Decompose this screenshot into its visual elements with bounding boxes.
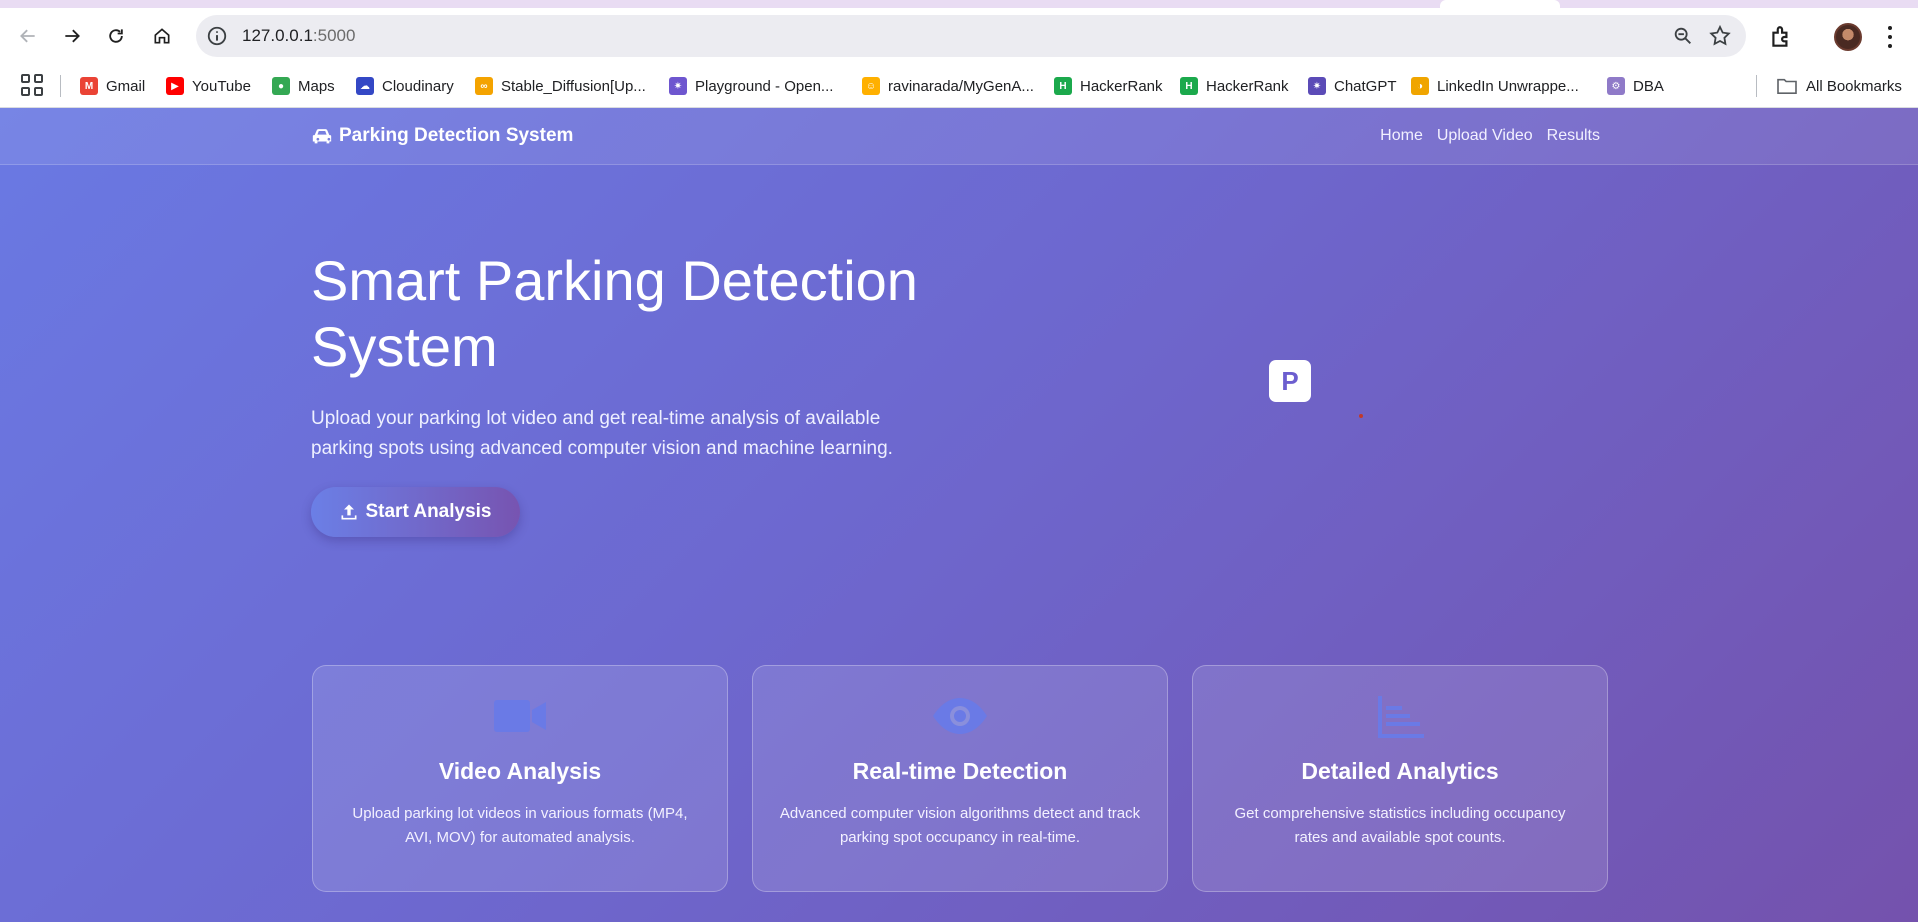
hackerrank-icon: H <box>1180 77 1198 95</box>
brand-link[interactable]: Parking Detection System <box>311 125 573 147</box>
bookmark-label: LinkedIn Unwrappe... <box>1437 77 1579 95</box>
bookmark-item[interactable]: H HackerRank <box>1054 74 1163 98</box>
openai-icon: ✷ <box>669 77 687 95</box>
feature-card-video-analysis: Video Analysis Upload parking lot videos… <box>312 665 728 892</box>
bookmark-item[interactable]: ✷ Playground - Open... <box>669 74 833 98</box>
extensions-icon[interactable] <box>1768 24 1794 50</box>
feature-cards: Video Analysis Upload parking lot videos… <box>312 665 1608 892</box>
parking-sign-letter: P <box>1281 365 1299 396</box>
upload-icon <box>341 504 357 520</box>
brand-name: Parking Detection System <box>339 125 574 146</box>
url-host: 127.0.0.1 <box>242 26 313 45</box>
home-button[interactable] <box>146 20 178 52</box>
bookmarks-divider <box>60 75 61 97</box>
bookmarks-divider <box>1756 75 1757 97</box>
feature-title: Video Analysis <box>438 758 602 784</box>
reload-icon <box>109 29 123 43</box>
hackerrank-icon: H <box>1054 77 1072 95</box>
tab-strip <box>0 0 1918 8</box>
apps-grid-icon[interactable] <box>21 74 43 96</box>
parking-sign-icon: P <box>1269 360 1311 402</box>
feature-text: Advanced computer vision algorithms dete… <box>779 805 1141 846</box>
video-camera-icon <box>313 694 727 738</box>
eye-icon <box>753 694 1167 738</box>
bookmark-label: YouTube <box>192 77 251 95</box>
bookmark-item[interactable]: ⚙ DBA <box>1607 74 1664 98</box>
bookmarks-bar: M Gmail ▶ YouTube ● Maps ☁ Cloudinary ∞ Stable_Di… <box>0 64 1918 108</box>
gmail-icon: M <box>80 77 98 95</box>
arrow-right-icon <box>65 29 80 43</box>
feature-text: Upload parking lot videos in various for… <box>352 805 688 846</box>
home-icon <box>154 28 170 44</box>
browser-menu-icon[interactable] <box>1884 24 1896 50</box>
browser-toolbar: 127.0.0.1:5000 <box>0 8 1918 64</box>
feature-card-realtime-detection: Real-time Detection Advanced computer vi… <box>752 665 1168 892</box>
bookmark-label: HackerRank <box>1080 77 1163 95</box>
all-bookmarks-label: All Bookmarks <box>1806 77 1902 95</box>
bookmark-item[interactable]: M Gmail <box>80 74 145 98</box>
hero-title: Smart Parking Detection System <box>311 249 918 378</box>
start-analysis-button[interactable]: Start Analysis <box>311 487 520 537</box>
nav-results-link[interactable]: Results <box>1547 127 1600 145</box>
bookmark-label: DBA <box>1633 77 1664 95</box>
bookmark-item[interactable]: ☺ ravinarada/MyGenA... <box>862 74 1034 98</box>
site-navbar: Parking Detection System Home Upload Vid… <box>0 108 1918 165</box>
start-analysis-label: Start Analysis <box>365 501 492 522</box>
nav-upload-video-link[interactable]: Upload Video <box>1437 127 1533 145</box>
profile-avatar[interactable] <box>1834 23 1862 51</box>
bookmark-item[interactable]: ∞ Stable_Diffusion[Up... <box>475 74 646 98</box>
bookmark-label: ChatGPT <box>1334 77 1397 95</box>
youtube-icon: ▶ <box>166 77 184 95</box>
link-icon: ∞ <box>475 77 493 95</box>
back-button[interactable] <box>12 20 44 52</box>
bookmark-item[interactable]: H HackerRank <box>1180 74 1289 98</box>
bookmark-item[interactable]: ● Maps <box>272 74 335 98</box>
address-bar[interactable]: 127.0.0.1:5000 <box>196 15 1746 57</box>
huggingface-icon: ☺ <box>862 77 880 95</box>
active-tab-edge <box>1440 0 1560 8</box>
page-viewport: Parking Detection System Home Upload Vid… <box>0 108 1918 922</box>
chart-bars-icon <box>1193 694 1607 738</box>
bookmark-star-icon[interactable] <box>1708 24 1732 48</box>
url-port: :5000 <box>312 26 356 45</box>
zoom-icon[interactable] <box>1672 25 1694 47</box>
linkedin-icon: ◑ <box>1411 77 1429 95</box>
site-info-icon[interactable] <box>206 25 228 47</box>
arrow-left-icon <box>20 29 35 43</box>
indicator-dot <box>1359 414 1363 418</box>
forward-button[interactable] <box>56 20 88 52</box>
car-icon <box>312 129 332 144</box>
feature-title: Real-time Detection <box>852 758 1068 784</box>
bookmark-label: Stable_Diffusion[Up... <box>501 77 646 95</box>
bookmark-item[interactable]: ◑ LinkedIn Unwrappe... <box>1411 74 1579 98</box>
feature-title: Detailed Analytics <box>1301 758 1499 784</box>
bookmark-label: ravinarada/MyGenA... <box>888 77 1034 95</box>
reload-button[interactable] <box>100 20 132 52</box>
folder-icon <box>1777 78 1797 95</box>
nav-home-link[interactable]: Home <box>1380 127 1423 145</box>
bookmark-item[interactable]: ☁ Cloudinary <box>356 74 454 98</box>
cloudinary-icon: ☁ <box>356 77 374 95</box>
site-nav-links: Home Upload Video Results <box>1380 127 1600 145</box>
bookmark-label: Maps <box>298 77 335 95</box>
all-bookmarks-button[interactable]: All Bookmarks <box>1776 74 1902 98</box>
bookmark-item[interactable]: ✷ ChatGPT <box>1308 74 1397 98</box>
feature-card-detailed-analytics: Detailed Analytics Get comprehensive sta… <box>1192 665 1608 892</box>
chatgpt-icon: ✷ <box>1308 77 1326 95</box>
dba-icon: ⚙ <box>1607 77 1625 95</box>
bookmark-label: Cloudinary <box>382 77 454 95</box>
bookmark-label: HackerRank <box>1206 77 1289 95</box>
bookmark-label: Playground - Open... <box>695 77 834 95</box>
address-url[interactable]: 127.0.0.1:5000 <box>242 26 355 46</box>
maps-icon: ● <box>272 77 290 95</box>
bookmark-item[interactable]: ▶ YouTube <box>166 74 251 98</box>
feature-text: Get comprehensive statistics including o… <box>1234 805 1566 846</box>
bookmark-label: Gmail <box>106 77 146 95</box>
hero-subtitle: Upload your parking lot video and get re… <box>311 408 893 459</box>
